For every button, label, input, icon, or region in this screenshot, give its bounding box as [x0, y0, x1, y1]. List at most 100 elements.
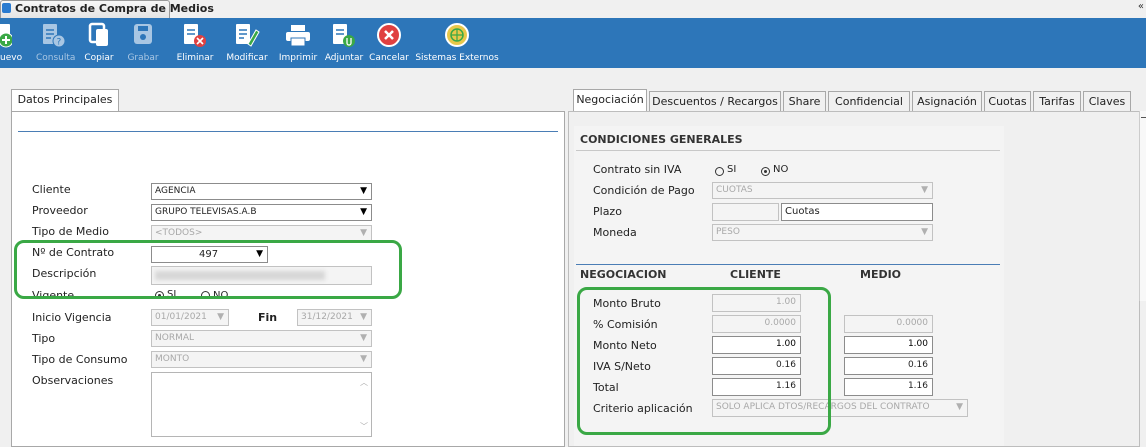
plazo-field[interactable] — [712, 203, 779, 221]
inicio-vigencia-label: Inicio Vigencia — [32, 311, 112, 324]
tab-confidencial[interactable]: Confidencial — [828, 91, 910, 112]
tab-datos-principales[interactable]: Datos Principales — [11, 89, 119, 112]
condiciones-rule — [576, 150, 1000, 151]
tab-share[interactable]: Share — [783, 91, 826, 112]
tipo-select[interactable]: NORMAL ▼ — [151, 330, 372, 347]
tipo-value: NORMAL — [155, 333, 195, 343]
tipo-consumo-value: MONTO — [155, 354, 190, 364]
sin-iva-si-label: SI — [727, 164, 737, 175]
scroll-thumb-mark — [1141, 117, 1146, 118]
moneda-value: PESO — [716, 227, 740, 237]
tab-descuentos-recargos[interactable]: Descuentos / Recargos — [649, 91, 781, 112]
chevron-down-icon: ▼ — [360, 186, 367, 196]
condicion-pago-label: Condición de Pago — [593, 184, 695, 197]
scrollbar[interactable] — [1139, 111, 1146, 301]
iva-medio-value: 0.16 — [907, 360, 928, 370]
highlight-negociacion — [577, 287, 831, 435]
save-label: Grabar — [127, 53, 159, 63]
observaciones-label: Observaciones — [32, 374, 114, 387]
edit-doc-icon — [236, 24, 260, 47]
comision-medio-value: 0.0000 — [896, 318, 929, 328]
copy-label: Copiar — [84, 53, 114, 63]
moneda-select[interactable]: PESO ▼ — [712, 224, 933, 241]
sin-iva-no-label: NO — [773, 164, 789, 175]
tipo-consumo-label: Tipo de Consumo — [32, 353, 128, 366]
fin-label: Fin — [258, 311, 278, 324]
tab-asignacion-label: Asignación — [917, 95, 977, 108]
window-icon — [2, 3, 11, 13]
tab-tarifas[interactable]: Tarifas — [1033, 91, 1081, 112]
tipo-medio-label: Tipo de Medio — [32, 225, 109, 238]
chevron-down-icon: ▼ — [360, 354, 367, 364]
external-systems-button[interactable]: Sistemas Externos — [414, 18, 500, 68]
collapse-icon[interactable]: « — [1138, 1, 1144, 12]
inicio-vigencia-date[interactable]: 01/01/2021 ▼ — [151, 309, 229, 326]
copy-button[interactable]: Copiar — [82, 18, 116, 68]
delete-doc-icon — [184, 24, 206, 47]
print-label: Imprimir — [278, 53, 318, 63]
new-button[interactable]: uevo — [0, 18, 23, 68]
observaciones-textarea[interactable]: ︿ ﹀ — [151, 372, 372, 437]
attach-doc-icon — [333, 24, 355, 47]
moneda-label: Moneda — [593, 226, 637, 239]
tab-claves[interactable]: Claves — [1083, 91, 1131, 112]
iva-medio[interactable]: 0.16 — [844, 357, 933, 375]
tipo-medio-value: <TODOS> — [155, 228, 203, 238]
sin-iva-no-radio[interactable] — [761, 167, 770, 176]
tipo-consumo-select[interactable]: MONTO ▼ — [151, 351, 372, 368]
proveedor-select[interactable]: GRUPO TELEVISAS.A.B ▼ — [151, 204, 372, 221]
tab-asignacion[interactable]: Asignación — [912, 91, 982, 112]
tab-negociacion-label: Negociación — [576, 93, 644, 106]
copy-icon — [88, 22, 108, 46]
chevron-down-icon: ▼ — [360, 207, 367, 217]
fin-vigencia-date[interactable]: 31/12/2021 ▼ — [297, 309, 372, 326]
chevron-down-icon: ▼ — [956, 402, 963, 412]
save-button[interactable]: Grabar — [126, 18, 160, 68]
inicio-vigencia-value: 01/01/2021 — [155, 312, 207, 322]
window-title: Contratos de Compra de Medios — [15, 2, 214, 15]
chevron-down-icon: ▼ — [360, 312, 367, 322]
delete-label: Eliminar — [176, 53, 214, 63]
sin-iva-si-radio[interactable] — [715, 167, 724, 176]
print-button[interactable]: Imprimir — [276, 18, 320, 68]
tab-cuotas[interactable]: Cuotas — [984, 91, 1031, 112]
monto-neto-medio[interactable]: 1.00 — [844, 336, 933, 354]
tab-share-label: Share — [788, 95, 821, 108]
tipo-label: Tipo — [32, 332, 56, 345]
window-title-tab[interactable]: Contratos de Compra de Medios — [0, 0, 214, 18]
tab-datos-principales-label: Datos Principales — [17, 93, 113, 106]
modify-button[interactable]: Modificar — [224, 18, 270, 68]
cancel-button[interactable]: Cancelar — [368, 18, 410, 68]
tab-negociacion[interactable]: Negociación — [573, 89, 647, 112]
total-medio[interactable]: 1.16 — [844, 378, 933, 396]
new-label: uevo — [0, 53, 23, 63]
condicion-pago-value: CUOTAS — [716, 185, 753, 195]
add-doc-icon — [0, 24, 12, 48]
cliente-value: AGENCIA — [155, 186, 196, 196]
scroll-up-icon[interactable]: ︿ — [360, 375, 368, 390]
tab-tarifas-label: Tarifas — [1039, 95, 1075, 108]
delete-button[interactable]: Eliminar — [174, 18, 216, 68]
scroll-down-icon[interactable]: ﹀ — [360, 419, 368, 434]
chevron-down-icon: ▼ — [217, 312, 224, 322]
cliente-select[interactable]: AGENCIA ▼ — [151, 183, 372, 200]
save-icon — [134, 24, 152, 44]
modify-label: Modificar — [226, 53, 268, 63]
chevron-down-icon: ▼ — [360, 228, 367, 238]
external-systems-label: Sistemas Externos — [415, 53, 499, 63]
sin-iva-label: Contrato sin IVA — [593, 163, 682, 176]
col-cliente-header: CLIENTE — [730, 268, 781, 281]
condicion-pago-select[interactable]: CUOTAS ▼ — [712, 182, 933, 199]
consulta-label: Consulta — [36, 53, 76, 63]
svg-text:?: ? — [57, 38, 62, 48]
consulta-button[interactable]: ? Consulta — [36, 18, 76, 68]
highlight-contrato — [14, 240, 402, 299]
cancel-label: Cancelar — [369, 53, 409, 63]
chevron-down-icon: ▼ — [360, 333, 367, 343]
proveedor-value: GRUPO TELEVISAS.A.B — [155, 207, 257, 217]
comision-medio[interactable]: 0.0000 — [844, 315, 933, 333]
section-divider — [18, 131, 558, 132]
query-doc-icon: ? — [43, 24, 66, 48]
globe-icon — [445, 23, 469, 47]
attach-button[interactable]: Adjuntar — [322, 18, 366, 68]
